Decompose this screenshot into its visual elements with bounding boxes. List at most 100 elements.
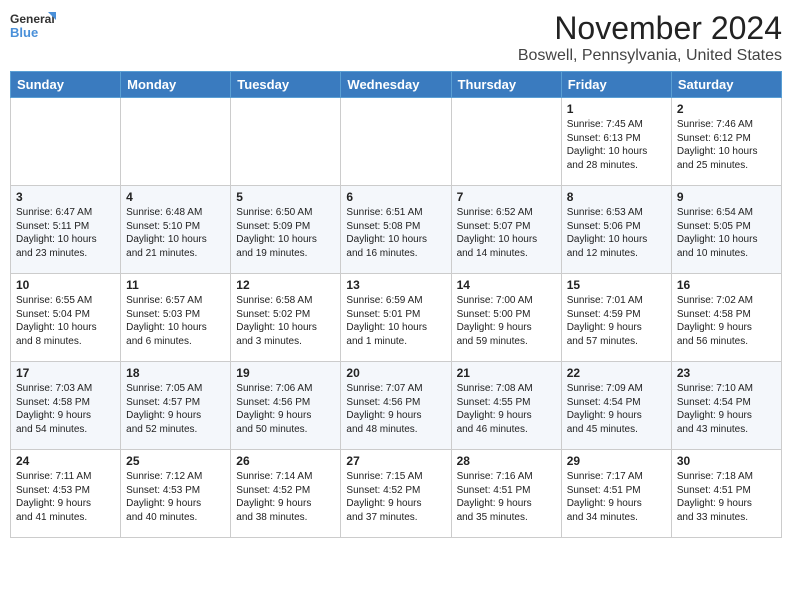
day-info: Sunrise: 7:15 AM Sunset: 4:52 PM Dayligh… [346,470,445,524]
day-number: 25 [126,454,225,468]
page-header: GeneralBlue November 2024 Boswell, Penns… [10,10,782,65]
day-info: Sunrise: 6:52 AM Sunset: 5:07 PM Dayligh… [457,206,556,260]
calendar-cell: 27 Sunrise: 7:15 AM Sunset: 4:52 PM Dayli… [341,450,451,538]
day-info: Sunrise: 7:06 AM Sunset: 4:56 PM Dayligh… [236,382,335,436]
day-number: 11 [126,278,225,292]
calendar-cell: 26 Sunrise: 7:14 AM Sunset: 4:52 PM Dayli… [231,450,341,538]
day-info: Sunrise: 7:02 AM Sunset: 4:58 PM Dayligh… [677,294,776,348]
day-number: 3 [16,190,115,204]
day-info: Sunrise: 7:09 AM Sunset: 4:54 PM Dayligh… [567,382,666,436]
month-year-title: November 2024 [518,10,782,47]
day-info: Sunrise: 6:54 AM Sunset: 5:05 PM Dayligh… [677,206,776,260]
calendar-cell: 28 Sunrise: 7:16 AM Sunset: 4:51 PM Dayli… [451,450,561,538]
calendar-cell [341,98,451,186]
calendar-cell: 7 Sunrise: 6:52 AM Sunset: 5:07 PM Daylig… [451,186,561,274]
calendar-cell: 19 Sunrise: 7:06 AM Sunset: 4:56 PM Dayli… [231,362,341,450]
day-number: 26 [236,454,335,468]
day-number: 20 [346,366,445,380]
day-info: Sunrise: 7:11 AM Sunset: 4:53 PM Dayligh… [16,470,115,524]
day-info: Sunrise: 7:46 AM Sunset: 6:12 PM Dayligh… [677,118,776,172]
day-number: 8 [567,190,666,204]
calendar-cell: 24 Sunrise: 7:11 AM Sunset: 4:53 PM Dayli… [11,450,121,538]
calendar-cell [121,98,231,186]
calendar-cell: 5 Sunrise: 6:50 AM Sunset: 5:09 PM Daylig… [231,186,341,274]
calendar-cell: 11 Sunrise: 6:57 AM Sunset: 5:03 PM Dayli… [121,274,231,362]
day-number: 27 [346,454,445,468]
calendar-table: SundayMondayTuesdayWednesdayThursdayFrid… [10,71,782,538]
column-header-saturday: Saturday [671,72,781,98]
day-info: Sunrise: 6:58 AM Sunset: 5:02 PM Dayligh… [236,294,335,348]
day-info: Sunrise: 6:55 AM Sunset: 5:04 PM Dayligh… [16,294,115,348]
column-header-thursday: Thursday [451,72,561,98]
calendar-cell: 25Sunrise: 7:12 AM Sunset: 4:53 PM Dayli… [121,450,231,538]
day-info: Sunrise: 7:08 AM Sunset: 4:55 PM Dayligh… [457,382,556,436]
day-info: Sunrise: 6:51 AM Sunset: 5:08 PM Dayligh… [346,206,445,260]
calendar-cell: 23 Sunrise: 7:10 AM Sunset: 4:54 PM Dayli… [671,362,781,450]
calendar-cell: 20 Sunrise: 7:07 AM Sunset: 4:56 PM Dayli… [341,362,451,450]
day-number: 24 [16,454,115,468]
calendar-cell: 9 Sunrise: 6:54 AM Sunset: 5:05 PM Daylig… [671,186,781,274]
day-info: Sunrise: 6:47 AM Sunset: 5:11 PM Dayligh… [16,206,115,260]
calendar-cell: 22 Sunrise: 7:09 AM Sunset: 4:54 PM Dayli… [561,362,671,450]
column-header-friday: Friday [561,72,671,98]
title-block: November 2024 Boswell, Pennsylvania, Uni… [518,10,782,65]
calendar-cell: 3 Sunrise: 6:47 AM Sunset: 5:11 PM Daylig… [11,186,121,274]
calendar-week-row: 1Sunrise: 7:45 AM Sunset: 6:13 PM Daylig… [11,98,782,186]
calendar-cell: 17 Sunrise: 7:03 AM Sunset: 4:58 PM Dayli… [11,362,121,450]
day-info: Sunrise: 6:50 AM Sunset: 5:09 PM Dayligh… [236,206,335,260]
calendar-week-row: 3 Sunrise: 6:47 AM Sunset: 5:11 PM Daylig… [11,186,782,274]
calendar-cell: 8 Sunrise: 6:53 AM Sunset: 5:06 PM Daylig… [561,186,671,274]
calendar-cell: 18 Sunrise: 7:05 AM Sunset: 4:57 PM Dayli… [121,362,231,450]
day-number: 16 [677,278,776,292]
calendar-header-row: SundayMondayTuesdayWednesdayThursdayFrid… [11,72,782,98]
day-info: Sunrise: 7:03 AM Sunset: 4:58 PM Dayligh… [16,382,115,436]
day-number: 19 [236,366,335,380]
day-info: Sunrise: 7:01 AM Sunset: 4:59 PM Dayligh… [567,294,666,348]
calendar-week-row: 10 Sunrise: 6:55 AM Sunset: 5:04 PM Dayli… [11,274,782,362]
column-header-monday: Monday [121,72,231,98]
calendar-cell: 12 Sunrise: 6:58 AM Sunset: 5:02 PM Dayli… [231,274,341,362]
day-info: Sunrise: 7:07 AM Sunset: 4:56 PM Dayligh… [346,382,445,436]
calendar-cell: 29Sunrise: 7:17 AM Sunset: 4:51 PM Dayli… [561,450,671,538]
svg-text:Blue: Blue [10,25,38,40]
day-info: Sunrise: 7:00 AM Sunset: 5:00 PM Dayligh… [457,294,556,348]
calendar-cell [231,98,341,186]
day-number: 18 [126,366,225,380]
day-number: 13 [346,278,445,292]
day-number: 30 [677,454,776,468]
calendar-cell: 1Sunrise: 7:45 AM Sunset: 6:13 PM Daylig… [561,98,671,186]
svg-text:General: General [10,12,55,26]
logo: GeneralBlue [10,10,62,42]
calendar-cell: 16 Sunrise: 7:02 AM Sunset: 4:58 PM Dayli… [671,274,781,362]
day-info: Sunrise: 7:05 AM Sunset: 4:57 PM Dayligh… [126,382,225,436]
day-number: 12 [236,278,335,292]
day-number: 9 [677,190,776,204]
calendar-cell: 15Sunrise: 7:01 AM Sunset: 4:59 PM Dayli… [561,274,671,362]
calendar-cell: 13Sunrise: 6:59 AM Sunset: 5:01 PM Dayli… [341,274,451,362]
location-subtitle: Boswell, Pennsylvania, United States [518,47,782,65]
day-number: 10 [16,278,115,292]
day-info: Sunrise: 7:16 AM Sunset: 4:51 PM Dayligh… [457,470,556,524]
day-info: Sunrise: 7:10 AM Sunset: 4:54 PM Dayligh… [677,382,776,436]
column-header-tuesday: Tuesday [231,72,341,98]
calendar-cell: 6 Sunrise: 6:51 AM Sunset: 5:08 PM Daylig… [341,186,451,274]
day-number: 23 [677,366,776,380]
day-number: 17 [16,366,115,380]
calendar-cell: 30Sunrise: 7:18 AM Sunset: 4:51 PM Dayli… [671,450,781,538]
calendar-cell: 21 Sunrise: 7:08 AM Sunset: 4:55 PM Dayli… [451,362,561,450]
calendar-cell [451,98,561,186]
day-info: Sunrise: 6:57 AM Sunset: 5:03 PM Dayligh… [126,294,225,348]
day-number: 6 [346,190,445,204]
calendar-cell [11,98,121,186]
day-info: Sunrise: 7:14 AM Sunset: 4:52 PM Dayligh… [236,470,335,524]
column-header-sunday: Sunday [11,72,121,98]
day-number: 22 [567,366,666,380]
calendar-cell: 14Sunrise: 7:00 AM Sunset: 5:00 PM Dayli… [451,274,561,362]
day-number: 29 [567,454,666,468]
day-number: 21 [457,366,556,380]
day-number: 5 [236,190,335,204]
calendar-week-row: 24 Sunrise: 7:11 AM Sunset: 4:53 PM Dayli… [11,450,782,538]
day-info: Sunrise: 6:53 AM Sunset: 5:06 PM Dayligh… [567,206,666,260]
day-number: 7 [457,190,556,204]
day-number: 28 [457,454,556,468]
